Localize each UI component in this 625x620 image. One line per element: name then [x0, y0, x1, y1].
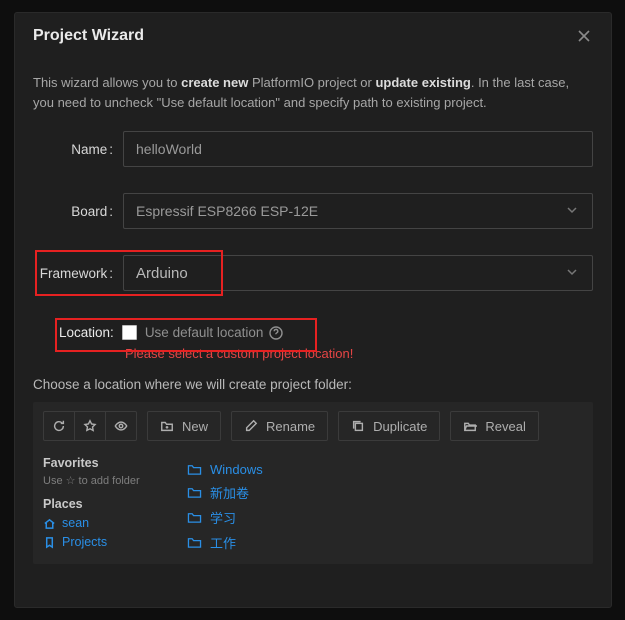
name-input[interactable]	[123, 131, 593, 167]
location-error: Please select a custom project location!	[125, 346, 593, 361]
project-wizard-modal: Project Wizard This wizard allows you to…	[14, 12, 612, 608]
folder-open-icon	[463, 419, 477, 433]
row-name: Name	[33, 131, 593, 167]
file-list: Windows 新加卷 学习 工作	[173, 450, 583, 558]
place-item-projects[interactable]: Projects	[43, 535, 173, 549]
pencil-icon	[244, 419, 258, 433]
favorites-hint: Use ☆ to add folder	[43, 474, 173, 487]
folder-item[interactable]: 工作	[187, 533, 583, 552]
folder-item[interactable]: 学习	[187, 508, 583, 527]
board-label: Board	[33, 204, 117, 219]
chevron-down-icon	[566, 203, 578, 219]
row-location: Location: Use default location	[59, 325, 593, 340]
framework-select[interactable]: Arduino	[123, 255, 593, 291]
file-browser: New Rename Duplicate Reveal	[33, 402, 593, 564]
location-label: Location:	[59, 325, 114, 340]
places-heading: Places	[43, 497, 173, 511]
duplicate-button[interactable]: Duplicate	[338, 411, 440, 441]
file-browser-toolbar: New Rename Duplicate Reveal	[33, 402, 593, 450]
modal-title: Project Wizard	[33, 27, 144, 45]
folder-icon	[187, 536, 202, 549]
row-framework: Framework Arduino	[33, 255, 593, 291]
copy-icon	[351, 419, 365, 433]
folder-icon	[187, 486, 202, 499]
place-item-home[interactable]: sean	[43, 516, 173, 530]
refresh-icon	[52, 419, 66, 433]
bookmark-icon	[43, 536, 56, 549]
new-folder-button[interactable]: New	[147, 411, 221, 441]
use-default-location-label: Use default location	[145, 325, 264, 340]
toggle-hidden-button[interactable]	[105, 411, 137, 441]
row-board: Board Espressif ESP8266 ESP-12E	[33, 193, 593, 229]
folder-icon	[187, 511, 202, 524]
refresh-button[interactable]	[43, 411, 75, 441]
name-label: Name	[33, 142, 117, 157]
board-select[interactable]: Espressif ESP8266 ESP-12E	[123, 193, 593, 229]
framework-value: Arduino	[136, 265, 188, 282]
chevron-down-icon	[566, 265, 578, 281]
file-browser-sidebar: Favorites Use ☆ to add folder Places sea…	[43, 450, 173, 558]
intro-text: This wizard allows you to create new Pla…	[33, 73, 593, 113]
choose-location-text: Choose a location where we will create p…	[33, 377, 593, 392]
home-icon	[43, 517, 56, 530]
help-icon[interactable]	[269, 326, 283, 340]
favorites-heading: Favorites	[43, 456, 173, 470]
titlebar: Project Wizard	[15, 13, 611, 55]
star-icon	[83, 419, 97, 433]
eye-icon	[114, 419, 128, 433]
folder-item[interactable]: Windows	[187, 462, 583, 477]
folder-item[interactable]: 新加卷	[187, 483, 583, 502]
board-value: Espressif ESP8266 ESP-12E	[136, 203, 318, 219]
favorite-button[interactable]	[74, 411, 106, 441]
reveal-button[interactable]: Reveal	[450, 411, 538, 441]
folder-plus-icon	[160, 419, 174, 433]
framework-label: Framework	[33, 266, 117, 281]
folder-icon	[187, 463, 202, 476]
rename-button[interactable]: Rename	[231, 411, 328, 441]
use-default-location-checkbox[interactable]	[122, 325, 137, 340]
close-icon	[577, 29, 591, 43]
close-button[interactable]	[575, 27, 593, 45]
